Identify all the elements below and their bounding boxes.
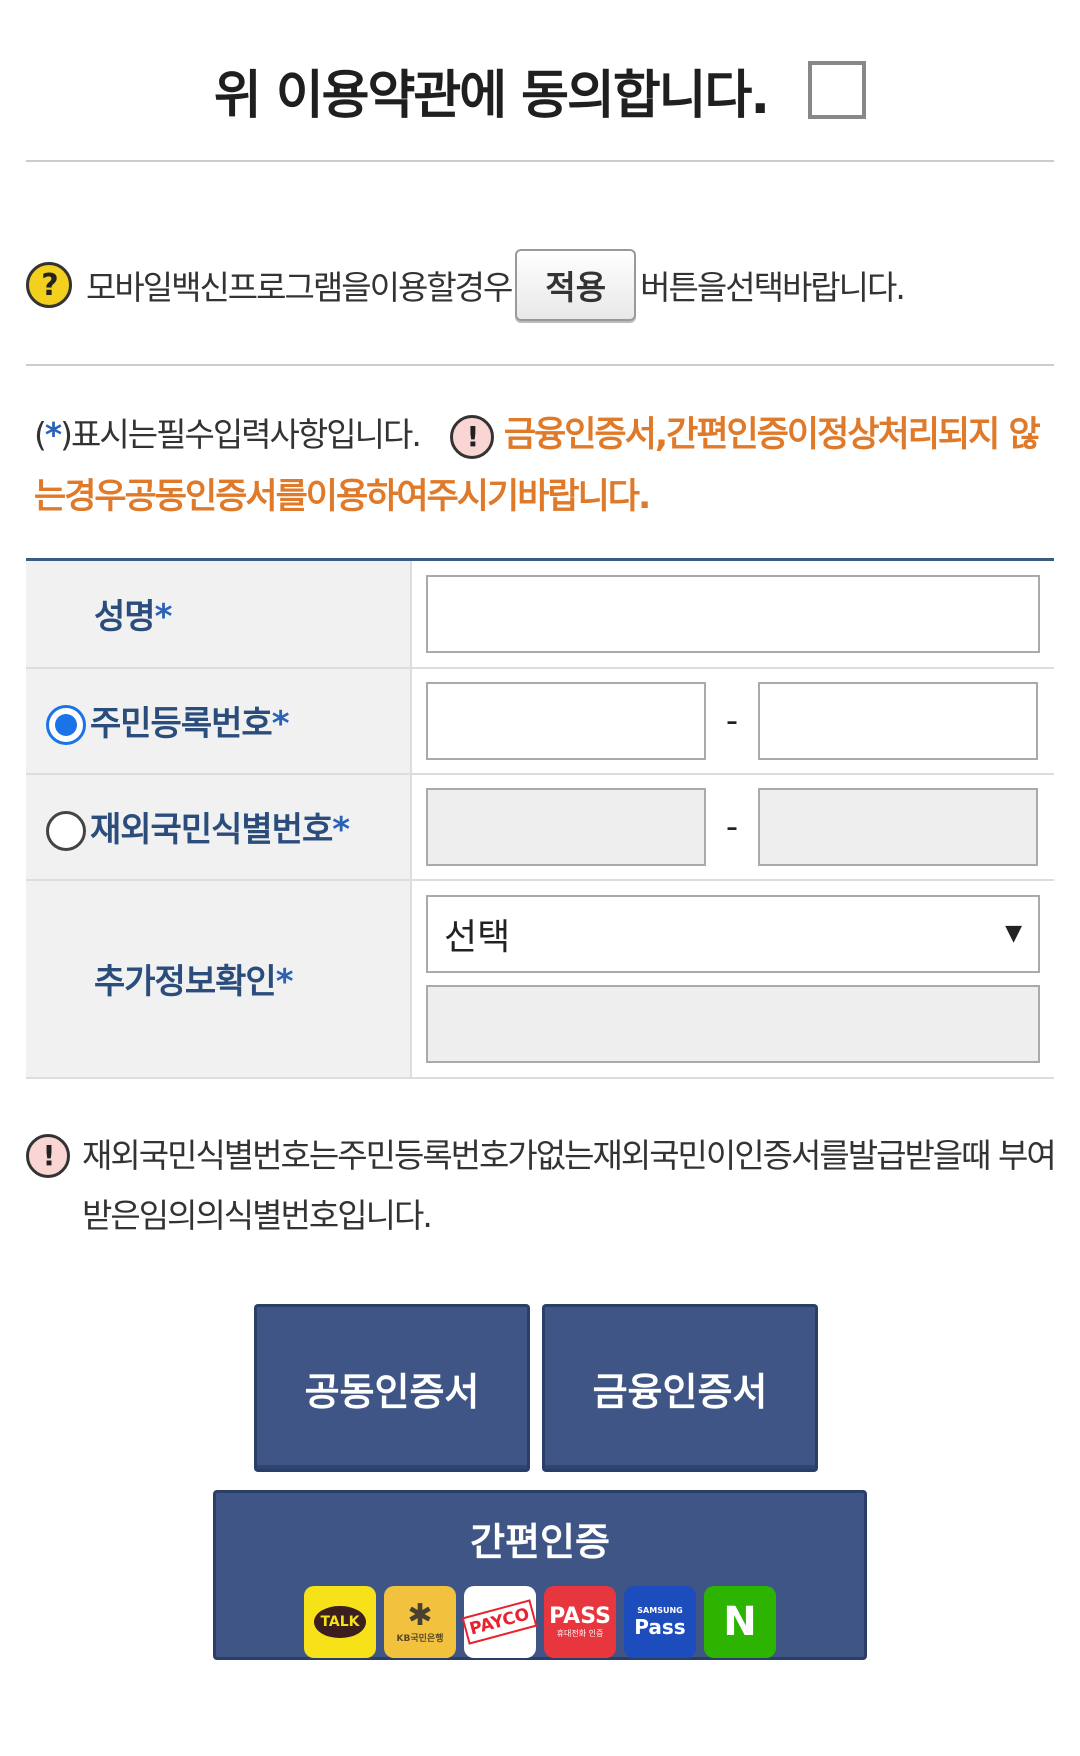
pass-icon[interactable]: PASS 휴대전화 인증 bbox=[544, 1586, 616, 1658]
exclamation-circle-icon: ! bbox=[449, 414, 494, 459]
agree-text: 위 이용약관에 동의합니다. bbox=[213, 65, 770, 126]
vaccine-notice: ? 모바일백신프로그램을이용할경우 적용 버튼을선택바랍니다. bbox=[26, 248, 1056, 322]
required-star: * bbox=[332, 809, 350, 850]
financial-cert-button[interactable]: 금융인증서 bbox=[542, 1304, 818, 1472]
pass-label: PASS bbox=[549, 1603, 611, 1629]
name-label-cell: 성명* bbox=[26, 559, 412, 669]
paren-open: ( bbox=[34, 415, 47, 454]
apply-button[interactable]: 적용 bbox=[515, 249, 637, 321]
foreign-label: 재외국민식별번호 bbox=[90, 809, 333, 850]
financial-cert-label: 금융인증서 bbox=[592, 1369, 768, 1414]
rrn-label-cell: 주민등록번호* bbox=[26, 667, 412, 775]
foreign-radio[interactable] bbox=[46, 811, 86, 852]
foreign-input-cell: - bbox=[411, 773, 1054, 881]
simple-auth-icons: TALK ✱ KB국민은행 PAYCO PASS 휴대전화 인증 SAMSUNG… bbox=[216, 1586, 864, 1658]
naver-icon[interactable]: N bbox=[704, 1586, 776, 1658]
name-row: 성명* bbox=[26, 559, 1054, 669]
samsung-pass-label: Pass bbox=[634, 1615, 686, 1639]
payco-icon[interactable]: PAYCO bbox=[462, 1586, 538, 1658]
payco-label: PAYCO bbox=[462, 1599, 538, 1645]
kb-icon[interactable]: ✱ KB국민은행 bbox=[384, 1586, 456, 1658]
rrn-back-input[interactable] bbox=[758, 681, 1038, 760]
required-star: * bbox=[275, 962, 294, 1002]
required-notice: (*)표시는필수입력사항입니다.! 금융인증서,간편인증이정상처리되지 않는경우공… bbox=[34, 404, 1054, 528]
required-star: * bbox=[154, 597, 173, 638]
required-text: )표시는필수입력사항입니다. bbox=[60, 415, 422, 454]
extra-input-cell: 선택 ▼ bbox=[411, 879, 1054, 1079]
foreign-back-input[interactable] bbox=[758, 787, 1038, 866]
rrn-front-input[interactable] bbox=[426, 681, 706, 760]
agree-row: 위 이용약관에 동의합니다. bbox=[0, 50, 1080, 130]
kakao-talk-icon[interactable]: TALK bbox=[304, 1586, 376, 1658]
select-value: 선택 bbox=[444, 916, 511, 958]
name-label: 성명 bbox=[94, 597, 156, 638]
joint-cert-label: 공동인증서 bbox=[304, 1369, 480, 1414]
name-input-cell bbox=[411, 559, 1054, 669]
kb-star-icon: ✱ bbox=[407, 1597, 433, 1633]
talk-label: TALK bbox=[314, 1606, 366, 1638]
vaccine-suffix: 버튼을선택바랍니다. bbox=[640, 268, 906, 307]
samsung-pass-icon[interactable]: SAMSUNG Pass bbox=[624, 1586, 696, 1658]
agree-checkbox[interactable] bbox=[808, 61, 867, 119]
foreign-label-cell: 재외국민식별번호* bbox=[26, 773, 412, 881]
joint-cert-button[interactable]: 공동인증서 bbox=[254, 1304, 530, 1472]
required-star: * bbox=[44, 415, 62, 454]
extra-label-cell: 추가정보확인* bbox=[26, 879, 412, 1079]
naver-label: N bbox=[723, 1599, 757, 1645]
simple-auth-label: 간편인증 bbox=[470, 1520, 610, 1564]
question-circle-icon: ? bbox=[26, 262, 72, 308]
exclamation-circle-icon: ! bbox=[26, 1134, 70, 1178]
rrn-radio[interactable] bbox=[46, 705, 86, 746]
pass-sub-label: 휴대전화 인증 bbox=[556, 1628, 604, 1638]
foreign-id-note-text: 재외국민식별번호는주민등록번호가없는재외국민이인증서를발급받을때 부여받은임의의… bbox=[82, 1136, 1057, 1235]
dash: - bbox=[725, 806, 739, 847]
extra-input[interactable] bbox=[426, 984, 1040, 1063]
kb-label: KB국민은행 bbox=[396, 1633, 444, 1644]
divider bbox=[26, 160, 1054, 162]
identity-form: 성명* 주민등록번호* - 재외국민식별번호* - 추가정보확인* 선택 ▼ bbox=[26, 558, 1054, 1079]
required-star: * bbox=[271, 703, 290, 744]
chevron-down-icon: ▼ bbox=[1005, 921, 1022, 946]
extra-label: 추가정보확인 bbox=[94, 962, 277, 1002]
rrn-label: 주민등록번호 bbox=[90, 703, 273, 744]
foreign-id-note: ! 재외국민식별번호는주민등록번호가없는재외국민이인증서를발급받을때 부여받은임… bbox=[26, 1126, 1057, 1246]
rrn-input-cell: - bbox=[411, 667, 1054, 775]
foreign-row: 재외국민식별번호* - bbox=[26, 773, 1054, 881]
extra-select[interactable]: 선택 ▼ bbox=[426, 894, 1040, 973]
divider bbox=[26, 364, 1054, 366]
extra-row: 추가정보확인* 선택 ▼ bbox=[26, 879, 1054, 1079]
rrn-row: 주민등록번호* - bbox=[26, 667, 1054, 775]
simple-auth-button[interactable]: 간편인증 TALK ✱ KB국민은행 PAYCO PASS 휴대전화 인증 SA… bbox=[213, 1490, 867, 1660]
name-input[interactable] bbox=[426, 574, 1040, 653]
dash: - bbox=[725, 700, 739, 741]
vaccine-prefix: 모바일백신프로그램을이용할경우 bbox=[86, 268, 513, 307]
foreign-front-input[interactable] bbox=[426, 787, 706, 866]
